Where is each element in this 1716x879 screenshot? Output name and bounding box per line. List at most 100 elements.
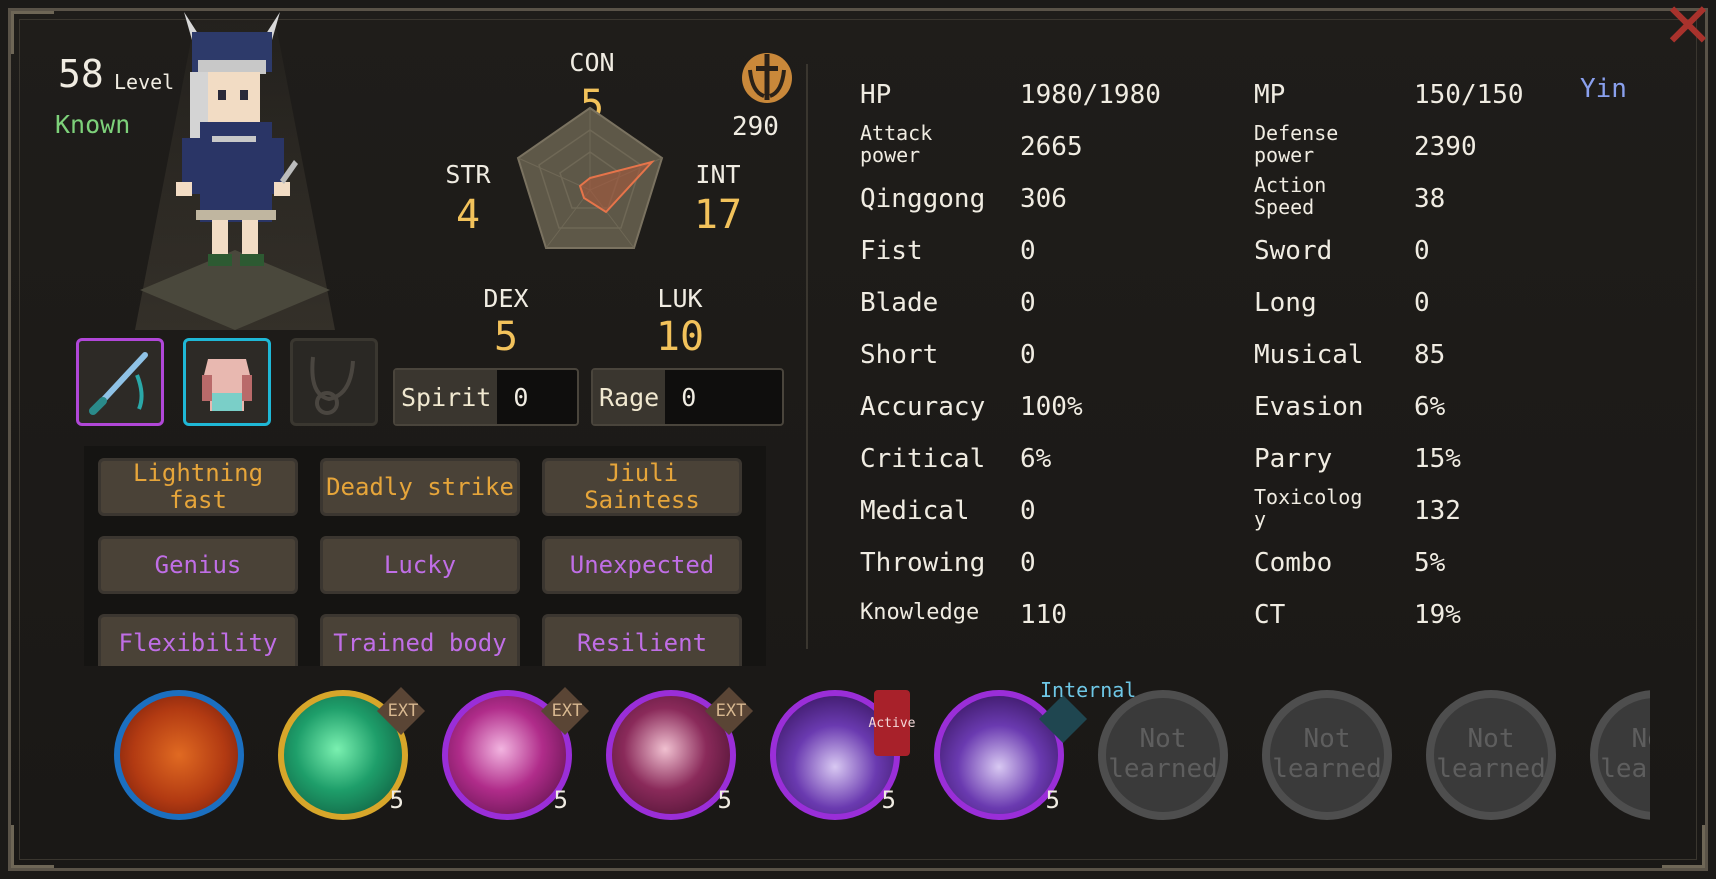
trait-badge[interactable]: Trained body (320, 614, 520, 666)
stat-value-throwing: 0 (1020, 548, 1036, 578)
character-sprite (176, 12, 298, 266)
trait-badge[interactable]: Flexibility (98, 614, 298, 666)
potential-icon (742, 53, 792, 103)
ext-badge: EXT (704, 686, 754, 736)
frame-corner (1662, 825, 1705, 868)
trait-badge[interactable]: Jiuli Saintess (542, 458, 742, 516)
stat-name-critical: Critical (860, 444, 986, 474)
stat-value-combo: 5% (1414, 548, 1446, 578)
stat-value-attack: 2665 (1020, 132, 1083, 162)
internal-badge: Internal (1038, 680, 1136, 776)
yin-yang-label: Yin (1580, 74, 1627, 104)
potential-value: 290 (732, 112, 779, 142)
stat-value-fist: 0 (1020, 236, 1036, 266)
empty-skill-slot[interactable]: Not learned (1262, 690, 1392, 820)
trait-badge[interactable]: Resilient (542, 614, 742, 666)
stat-name-musical: Musical (1254, 340, 1364, 370)
empty-skill-slot[interactable]: Not learned (1426, 690, 1556, 820)
rage-value: 0 (681, 382, 697, 412)
stat-value-long: 0 (1414, 288, 1430, 318)
stat-value-parry: 15% (1414, 444, 1461, 474)
empty-skill-slot[interactable]: Not learned (1098, 690, 1228, 820)
stat-name-evasion: Evasion (1254, 392, 1364, 422)
luk-value: 10 (655, 314, 705, 360)
stat-name-sword: Sword (1254, 236, 1333, 266)
stat-value-accuracy: 100% (1020, 392, 1083, 422)
spirit-counter: Spirit 0 (393, 368, 579, 426)
str-label: STR (445, 160, 491, 189)
skill-slot[interactable]: EXT 5 (442, 686, 590, 820)
skill-slot[interactable]: EXT 5 (606, 686, 754, 820)
accessory-slot[interactable] (290, 338, 378, 426)
ext-badge: EXT (540, 686, 590, 736)
stat-name-knowledge: Knowledge (860, 600, 980, 625)
attribute-radar (516, 106, 664, 249)
not-learned-label: Not learned (1436, 724, 1546, 784)
stat-name-hp: HP (860, 80, 892, 110)
stat-name-long: Long (1254, 288, 1317, 318)
stat-value-hp: 1980/1980 (1020, 80, 1161, 110)
trait-badge[interactable]: Deadly strike (320, 458, 520, 516)
not-learned-label: Not learned (1600, 724, 1650, 784)
skill-slot[interactable]: Internal 5 (934, 680, 1136, 820)
rage-counter: Rage 0 (591, 368, 784, 426)
active-badge: Active (869, 690, 915, 756)
trait-badge[interactable]: Genius (98, 536, 298, 594)
skill-level: 5 (717, 786, 732, 814)
stat-name-medical: Medical (860, 496, 970, 526)
skill-level: 5 (553, 786, 568, 814)
empty-skill-slot[interactable]: Not learned (1590, 690, 1650, 820)
dex-label: DEX (483, 284, 529, 313)
frame-corner (11, 11, 54, 54)
stat-name-ct: CT (1254, 600, 1286, 630)
traits-panel: Lightning fast Deadly strike Jiuli Saint… (84, 446, 766, 666)
relationship-status: Known (55, 110, 131, 139)
str-value: 4 (455, 192, 481, 238)
stat-value-toxicology: 132 (1414, 496, 1461, 526)
skill-bar: EXT 5 EXT 5 EXT 5 Active 5 Internal 5 No… (100, 680, 1650, 830)
stat-name-throwing: Throwing (860, 548, 986, 578)
trait-badge[interactable]: Unexpected (542, 536, 742, 594)
trait-badge[interactable]: Lucky (320, 536, 520, 594)
skill-level: 5 (389, 786, 404, 814)
armor-slot[interactable] (183, 338, 271, 426)
stat-value-knowledge: 110 (1020, 600, 1067, 630)
stat-name-short: Short (860, 340, 939, 370)
stat-name-qinggong: Qinggong (860, 184, 986, 214)
int-value: 17 (693, 192, 743, 238)
skill-slot[interactable]: EXT 5 (278, 686, 426, 820)
ext-badge: EXT (376, 686, 426, 736)
stat-value-blade: 0 (1020, 288, 1036, 318)
skill-slot[interactable]: Active 5 (770, 690, 915, 820)
necklace-icon (310, 356, 355, 415)
trait-badge[interactable]: Lightning fast (98, 458, 298, 516)
stat-name-action-speed: Action Speed (1254, 173, 1327, 219)
flute-icon (89, 352, 148, 415)
spirit-label: Spirit (395, 370, 498, 424)
con-label: CON (569, 48, 615, 77)
rage-label: Rage (593, 370, 666, 424)
stat-value-evasion: 6% (1414, 392, 1446, 422)
skill-slot[interactable] (114, 690, 244, 820)
close-icon[interactable]: ✕ (1660, 0, 1716, 57)
stat-value-action-speed: 38 (1414, 184, 1446, 214)
scorpion-skill-icon (114, 690, 244, 820)
spirit-value: 0 (513, 382, 529, 412)
stat-name-fist: Fist (860, 236, 923, 266)
not-learned-label: Not learned (1272, 724, 1382, 784)
stat-value-musical: 85 (1414, 340, 1446, 370)
stat-value-sword: 0 (1414, 236, 1430, 266)
weapon-slot[interactable] (76, 338, 164, 426)
stat-value-medical: 0 (1020, 496, 1036, 526)
stat-name-accuracy: Accuracy (860, 392, 986, 422)
skill-level: 5 (881, 786, 896, 814)
stat-name-blade: Blade (860, 288, 939, 318)
not-learned-label: Not learned (1108, 724, 1218, 784)
stat-name-mp: MP (1254, 80, 1286, 110)
dex-value: 5 (493, 314, 519, 360)
level-label: Level (114, 70, 175, 94)
stat-name-parry: Parry (1254, 444, 1333, 474)
stat-value-qinggong: 306 (1020, 184, 1067, 214)
stat-name-defense: Defense power (1254, 121, 1339, 167)
stat-name-attack: Attack power (860, 121, 933, 167)
